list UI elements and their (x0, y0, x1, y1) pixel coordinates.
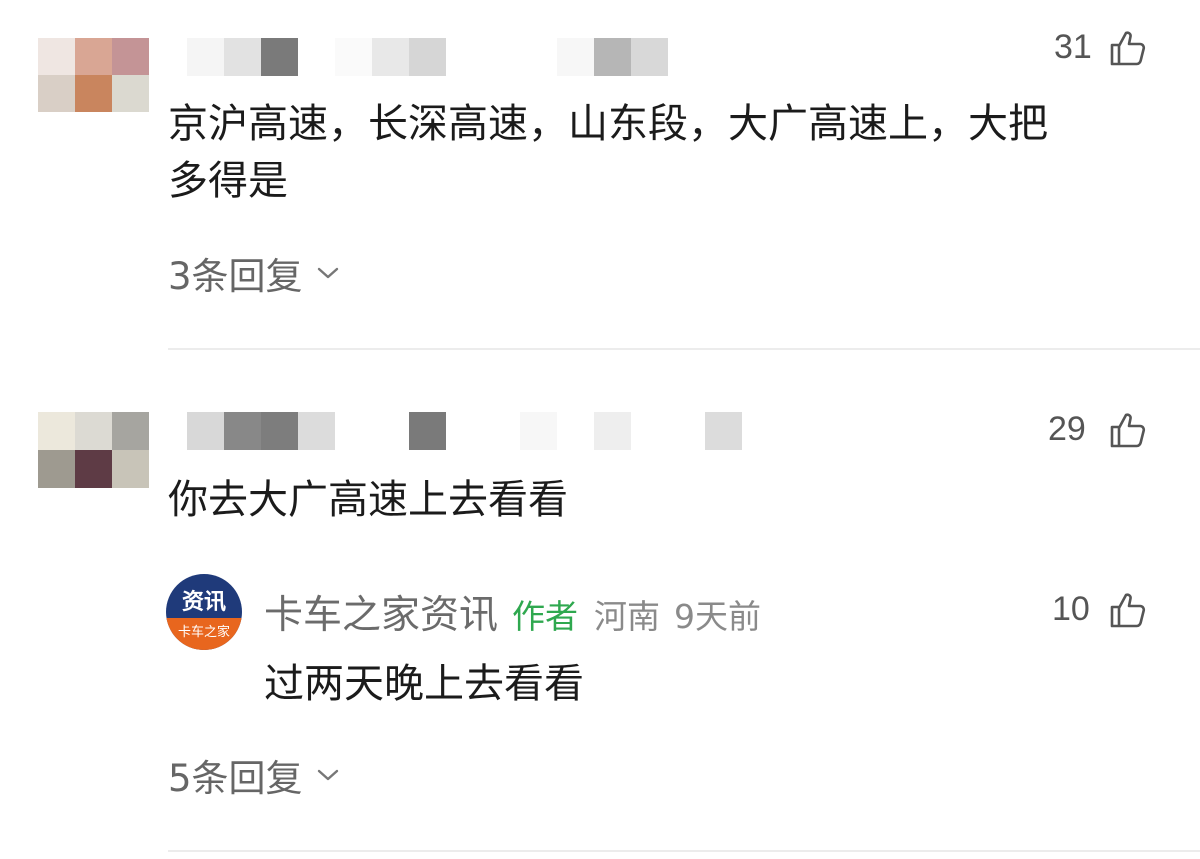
name-mosaic-cell (224, 412, 261, 450)
thumb-up-icon[interactable] (1108, 590, 1148, 630)
like-count: 29 (1048, 410, 1086, 448)
divider (168, 348, 1200, 350)
name-mosaic-cell (631, 412, 668, 450)
name-mosaic-cell (631, 38, 668, 76)
name-mosaic-cell (705, 412, 742, 450)
comment-text: 京沪高速，长深高速，山东段，大广高速上，大把 多得是 (168, 96, 1048, 210)
name-mosaic-cell (187, 412, 224, 450)
author-avatar-logo[interactable]: 资讯 卡车之家 (166, 574, 242, 650)
name-mosaic-cell (483, 38, 520, 76)
avatar-mosaic-cell (112, 450, 149, 488)
name-mosaic-cell (335, 38, 372, 76)
name-mosaic-cell (372, 412, 409, 450)
location: 河南 (594, 597, 661, 636)
author-badge: 作者 (512, 597, 579, 636)
thumb-up-icon[interactable] (1108, 410, 1148, 450)
logo-text-top: 资讯 (181, 590, 226, 615)
name-mosaic-cell (298, 38, 335, 76)
avatar-mosaic-cell (112, 38, 149, 75)
username-blurred[interactable] (187, 412, 742, 450)
view-replies-button[interactable]: 5条回复 (168, 748, 341, 802)
name-mosaic-cell (187, 38, 224, 76)
avatar-mosaic-cell (75, 38, 112, 75)
name-mosaic-cell (224, 38, 261, 76)
avatar-mosaic-cell (112, 412, 149, 450)
name-mosaic-cell (520, 38, 557, 76)
name-mosaic-cell (335, 412, 372, 450)
replies-label: 5条回复 (168, 757, 303, 800)
thumb-up-icon[interactable] (1108, 28, 1148, 68)
name-mosaic-cell (261, 38, 298, 76)
name-mosaic-cell (409, 38, 446, 76)
name-mosaic-cell (409, 412, 446, 450)
name-mosaic-cell (446, 412, 483, 450)
avatar-mosaic-cell (75, 412, 112, 450)
avatar-mosaic-cell (38, 412, 75, 450)
name-mosaic-cell (483, 412, 520, 450)
comment-text-line: 多得是 (168, 158, 288, 204)
name-mosaic-cell (298, 412, 335, 450)
name-mosaic-cell (557, 38, 594, 76)
name-mosaic-cell (520, 412, 557, 450)
avatar[interactable] (38, 38, 150, 112)
name-mosaic-cell (372, 38, 409, 76)
name-mosaic-cell (668, 412, 705, 450)
avatar-mosaic-cell (112, 75, 149, 112)
avatar[interactable] (38, 412, 150, 488)
view-replies-button[interactable]: 3条回复 (168, 246, 341, 300)
name-mosaic-cell (557, 412, 594, 450)
comment-text-line: 京沪高速，长深高速，山东段，大广高速上，大把 (168, 101, 1048, 147)
name-mosaic-cell (594, 38, 631, 76)
reply-header: 卡车之家资讯 作者 河南 9天前 (264, 584, 761, 640)
name-mosaic-cell (261, 412, 298, 450)
name-mosaic-cell (594, 412, 631, 450)
avatar-mosaic-cell (38, 450, 75, 488)
author-name[interactable]: 卡车之家资讯 (264, 584, 498, 640)
divider (168, 850, 1200, 852)
like-count: 31 (1054, 28, 1092, 66)
chevron-down-icon (317, 769, 338, 781)
comment-text: 你去大广高速上去看看 (168, 477, 568, 523)
name-mosaic-cell (446, 38, 483, 76)
avatar-mosaic-cell (75, 450, 112, 488)
avatar-mosaic-cell (75, 75, 112, 112)
username-blurred[interactable] (187, 38, 705, 76)
name-mosaic-cell (668, 38, 705, 76)
like-count: 10 (1052, 590, 1090, 628)
avatar-mosaic-cell (38, 75, 75, 112)
timestamp: 9天前 (674, 597, 762, 636)
replies-label: 3条回复 (168, 255, 303, 298)
avatar-mosaic-cell (38, 38, 75, 75)
logo-text-bottom: 卡车之家 (166, 618, 242, 650)
reply-text: 过两天晚上去看看 (264, 661, 584, 707)
chevron-down-icon (317, 267, 338, 279)
